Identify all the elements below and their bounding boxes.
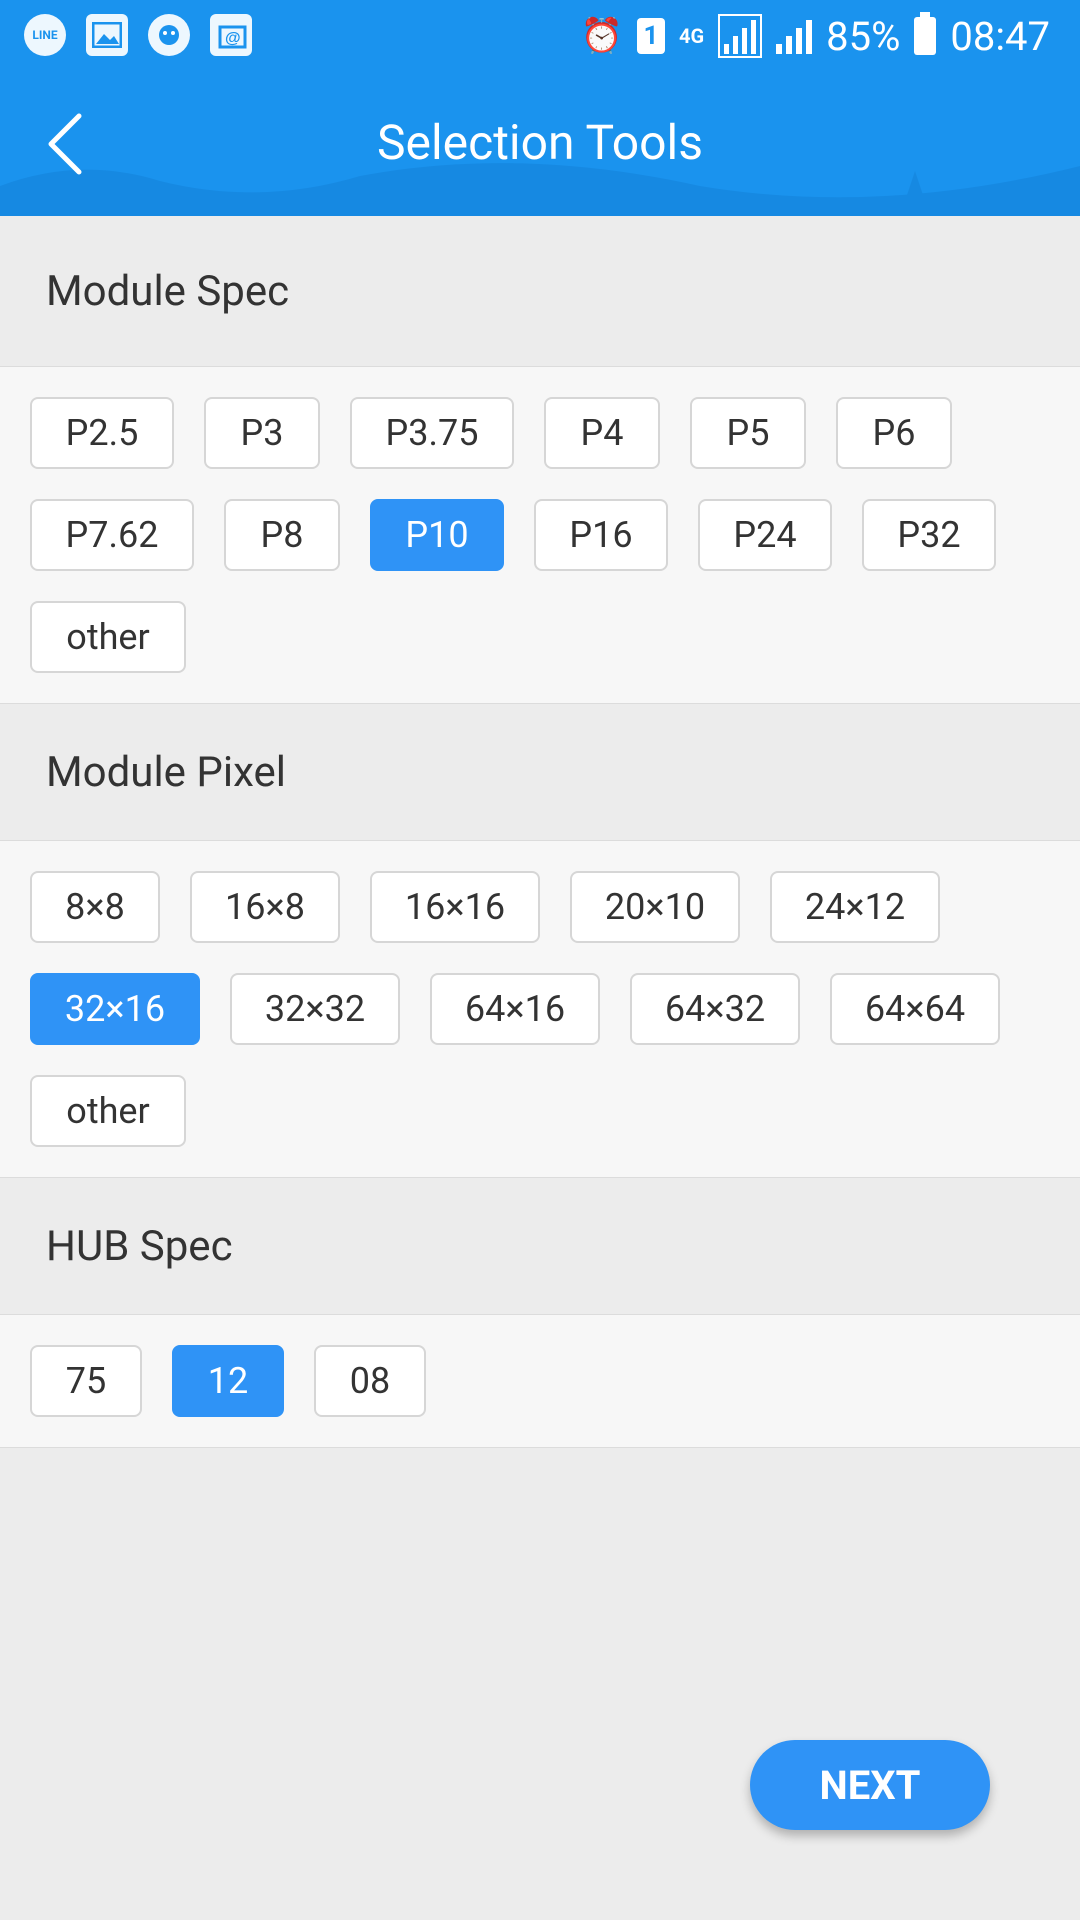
clock: 08:47 [950, 12, 1050, 60]
module-pixel-options: 8×8 16×8 16×16 20×10 24×12 32×16 32×32 6… [0, 840, 1080, 1178]
signal-strength-sim2-icon [776, 18, 813, 54]
network-type: 4G [679, 24, 705, 48]
option-p2-5[interactable]: P2.5 [30, 397, 174, 469]
battery-icon [914, 12, 937, 55]
option-pixel-other[interactable]: other [30, 1075, 186, 1147]
notification-icons: LINE @ [24, 14, 252, 56]
option-p6[interactable]: P6 [836, 397, 952, 469]
option-p5[interactable]: P5 [690, 397, 806, 469]
option-64x64[interactable]: 64×64 [830, 973, 1000, 1045]
system-indicators: ⏰ 1 4G 85% 08:47 [581, 10, 1050, 62]
option-32x32[interactable]: 32×32 [230, 973, 400, 1045]
option-24x12[interactable]: 24×12 [770, 871, 940, 943]
option-p16[interactable]: P16 [534, 499, 668, 571]
app-bar: Selection Tools [0, 72, 1080, 216]
module-pixel-header: Module Pixel [0, 704, 1080, 840]
option-p3[interactable]: P3 [204, 397, 320, 469]
option-8x8[interactable]: 8×8 [30, 871, 160, 943]
option-p32[interactable]: P32 [862, 499, 996, 571]
option-hub-12[interactable]: 12 [172, 1345, 284, 1417]
page-title: Selection Tools [377, 114, 703, 171]
option-32x16[interactable]: 32×16 [30, 973, 200, 1045]
module-spec-options: P2.5 P3 P3.75 P4 P5 P6 P7.62 P8 P10 P16 … [0, 366, 1080, 704]
email-icon: @ [210, 14, 252, 56]
line-app-icon: LINE [24, 14, 66, 56]
option-16x8[interactable]: 16×8 [190, 871, 340, 943]
option-64x16[interactable]: 64×16 [430, 973, 600, 1045]
battery-percent: 85% [826, 12, 901, 60]
option-p24[interactable]: P24 [698, 499, 832, 571]
option-p10[interactable]: P10 [370, 499, 504, 571]
signal-strength-sim1-icon [718, 14, 763, 58]
option-hub-08[interactable]: 08 [314, 1345, 426, 1417]
next-button[interactable]: NEXT [750, 1740, 990, 1830]
module-spec-header: Module Spec [0, 216, 1080, 366]
hub-spec-header: HUB Spec [0, 1178, 1080, 1314]
option-p3-75[interactable]: P3.75 [350, 397, 514, 469]
selection-content: Module Spec P2.5 P3 P3.75 P4 P5 P6 P7.62… [0, 216, 1080, 1448]
option-spec-other[interactable]: other [30, 601, 186, 673]
alarm-icon: ⏰ [580, 16, 624, 56]
hub-spec-options: 75 12 08 [0, 1314, 1080, 1448]
status-bar: LINE @ ⏰ 1 4G 85% 08:47 [0, 0, 1080, 72]
option-p4[interactable]: P4 [544, 397, 660, 469]
option-p7-62[interactable]: P7.62 [30, 499, 194, 571]
option-16x16[interactable]: 16×16 [370, 871, 540, 943]
option-64x32[interactable]: 64×32 [630, 973, 800, 1045]
gallery-icon [86, 14, 128, 56]
option-p8[interactable]: P8 [224, 499, 340, 571]
option-20x10[interactable]: 20×10 [570, 871, 740, 943]
svg-text:@: @ [225, 30, 241, 47]
option-hub-75[interactable]: 75 [30, 1345, 142, 1417]
sim-icon: 1 [637, 18, 666, 54]
mascot-app-icon [148, 14, 190, 56]
